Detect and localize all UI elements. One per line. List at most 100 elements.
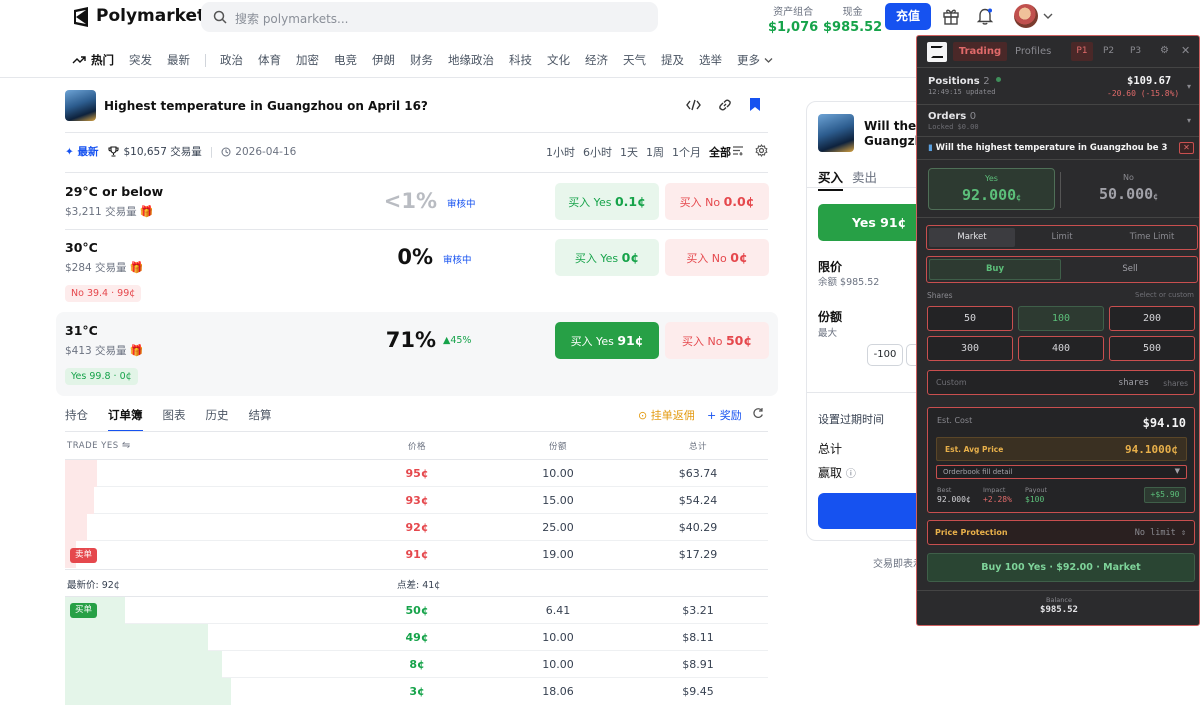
buy-yes-button[interactable]: 买入 Yes 91¢ xyxy=(555,322,659,359)
custom-shares-input[interactable]: Custom shares shares xyxy=(927,370,1195,395)
nav-item-sports[interactable]: 体育 xyxy=(258,52,281,68)
tab-chart[interactable]: 图表 xyxy=(163,407,186,432)
share-option-50[interactable]: 50 xyxy=(927,306,1013,331)
swap-icon[interactable]: ⇋ xyxy=(122,440,131,451)
share-option-200[interactable]: 200 xyxy=(1109,306,1195,331)
refresh-icon[interactable] xyxy=(752,407,764,419)
tab-positions[interactable]: 持仓 xyxy=(65,407,88,432)
bid-row[interactable]: 3¢ 18.06 $9.45 xyxy=(65,678,768,705)
buy-no-button[interactable]: 买入 No 50¢ xyxy=(665,322,769,359)
chevron-down-icon[interactable] xyxy=(1043,12,1053,20)
minus-100-button[interactable]: -100 xyxy=(867,344,903,366)
order-type-time-limit[interactable]: Time Limit xyxy=(1109,228,1195,247)
nav-item-more[interactable]: 更多 xyxy=(737,52,760,68)
chevron-down-icon[interactable] xyxy=(764,57,773,64)
nav-item-tech[interactable]: 科技 xyxy=(509,52,532,68)
positions-header[interactable]: Positions 2 xyxy=(928,76,990,87)
settings-gear-icon[interactable] xyxy=(755,144,768,157)
cash-summary[interactable]: 现金 $985.52 xyxy=(823,3,882,35)
position-chip[interactable]: Yes 99.8 · 0¢ xyxy=(65,368,138,385)
nav-item-esports[interactable]: 电竞 xyxy=(334,52,357,68)
ask-row[interactable]: 91¢ 19.00 $17.29 xyxy=(65,541,768,568)
yes-outcome-selector[interactable]: Yes 92.000¢ xyxy=(928,168,1055,210)
set-expiry-link[interactable]: 设置过期时间 xyxy=(818,411,884,427)
tab-trading[interactable]: Trading xyxy=(953,42,1007,61)
nav-item-trending[interactable]: 热门 xyxy=(91,52,114,68)
bid-row[interactable]: 50¢ 6.41 $3.21 xyxy=(65,597,768,624)
submit-order-button[interactable]: Buy 100 Yes · $92.00 · Market xyxy=(927,553,1195,582)
share-option-500[interactable]: 500 xyxy=(1109,336,1195,361)
nav-item-crypto[interactable]: 加密 xyxy=(296,52,319,68)
timeframe-6h[interactable]: 6小时 xyxy=(583,144,612,160)
nav-item-geopolitics[interactable]: 地缘政治 xyxy=(448,52,494,68)
yes-outcome-button[interactable]: Yes 91¢ xyxy=(818,204,918,241)
profile-p3[interactable]: P3 xyxy=(1130,46,1141,56)
search-input[interactable]: 搜索 polymarkets... xyxy=(201,2,658,32)
outcome-name[interactable]: 31°C xyxy=(65,323,98,338)
deposit-button[interactable]: 充值 xyxy=(885,3,931,30)
side-buy[interactable]: Buy xyxy=(929,259,1061,280)
bid-row[interactable]: 8¢ 10.00 $8.91 xyxy=(65,651,768,678)
maker-rebate-link[interactable]: ⊙ 挂单返佣 xyxy=(638,407,695,423)
buy-yes-button[interactable]: 买入 Yes 0.1¢ xyxy=(555,183,659,220)
bell-icon[interactable] xyxy=(976,7,994,25)
orderbook-fill-dropdown[interactable]: Orderbook fill detail ▼ xyxy=(936,465,1187,479)
outcome-name[interactable]: 29°C or below xyxy=(65,184,163,199)
bid-row[interactable]: 49¢ 10.00 $8.11 xyxy=(65,624,768,651)
settings-icon[interactable]: ⚙ xyxy=(1160,45,1169,56)
price-protection-row[interactable]: Price Protection No limit ⇕ xyxy=(927,520,1195,545)
plus-button[interactable] xyxy=(906,344,916,366)
nav-item-elections[interactable]: 选举 xyxy=(699,52,722,68)
nav-item-finance[interactable]: 财务 xyxy=(410,52,433,68)
tab-sell[interactable]: 卖出 xyxy=(852,167,877,186)
timeframe-1w[interactable]: 1周 xyxy=(646,144,664,160)
rewards-link[interactable]: + 奖励 xyxy=(707,407,742,423)
tab-history[interactable]: 历史 xyxy=(206,407,229,432)
nav-item-mentions[interactable]: 提及 xyxy=(661,52,684,68)
tab-orderbook[interactable]: 订单簿 xyxy=(108,407,143,432)
nav-item-politics[interactable]: 政治 xyxy=(220,52,243,68)
trade-submit-button[interactable] xyxy=(818,493,918,529)
expand-icon[interactable]: ▾ xyxy=(1187,82,1191,91)
polymarket-logo-icon[interactable] xyxy=(72,7,90,27)
max-link[interactable]: 最大 xyxy=(818,325,837,339)
nav-item-new[interactable]: 最新 xyxy=(167,52,190,68)
position-chip[interactable]: No 39.4 · 99¢ xyxy=(65,285,142,302)
expand-icon[interactable]: ▾ xyxy=(1187,116,1191,125)
profile-p1[interactable]: P1 xyxy=(1071,42,1093,61)
close-market-icon[interactable]: ✕ xyxy=(1179,142,1194,154)
brand-name[interactable]: Polymarket xyxy=(96,6,205,26)
order-type-limit[interactable]: Limit xyxy=(1019,228,1105,247)
tab-resolution[interactable]: 结算 xyxy=(249,407,272,432)
orders-header[interactable]: Orders 0 xyxy=(928,111,976,122)
order-type-market[interactable]: Market xyxy=(929,228,1015,247)
nav-item-culture[interactable]: 文化 xyxy=(547,52,570,68)
buy-no-button[interactable]: 买入 No 0.0¢ xyxy=(665,183,769,220)
bookmark-icon[interactable] xyxy=(749,97,761,112)
ask-row[interactable]: 93¢ 15.00 $54.24 xyxy=(65,487,768,514)
avatar[interactable] xyxy=(1014,4,1038,28)
profile-p2[interactable]: P2 xyxy=(1103,46,1114,56)
link-icon[interactable] xyxy=(718,98,732,112)
embed-code-icon[interactable] xyxy=(686,98,701,112)
info-icon[interactable]: ⓘ xyxy=(846,469,856,480)
no-outcome-selector[interactable]: No 50.000¢ xyxy=(1065,168,1192,210)
side-sell[interactable]: Sell xyxy=(1064,259,1196,280)
nav-item-weather[interactable]: 天气 xyxy=(623,52,646,68)
ask-row[interactable]: 95¢ 10.00 $63.74 xyxy=(65,460,768,487)
timeframe-1m[interactable]: 1个月 xyxy=(672,144,701,160)
buy-no-button[interactable]: 买入 No 0¢ xyxy=(665,239,769,276)
share-option-100[interactable]: 100 xyxy=(1018,306,1104,331)
portfolio-summary[interactable]: 资产组合 $1,076 xyxy=(768,3,818,35)
buy-yes-button[interactable]: 买入 Yes 0¢ xyxy=(555,239,659,276)
nav-item-breaking[interactable]: 突发 xyxy=(129,52,152,68)
nav-item-iran[interactable]: 伊朗 xyxy=(372,52,395,68)
gift-icon[interactable] xyxy=(942,7,960,25)
nav-item-economy[interactable]: 经济 xyxy=(585,52,608,68)
timeframe-all[interactable]: 全部 xyxy=(709,144,731,160)
outcome-name[interactable]: 30°C xyxy=(65,240,98,255)
share-option-300[interactable]: 300 xyxy=(927,336,1013,361)
ask-row[interactable]: 92¢ 25.00 $40.29 xyxy=(65,514,768,541)
tab-profiles[interactable]: Profiles xyxy=(1015,46,1051,57)
close-icon[interactable]: ✕ xyxy=(1181,44,1190,57)
